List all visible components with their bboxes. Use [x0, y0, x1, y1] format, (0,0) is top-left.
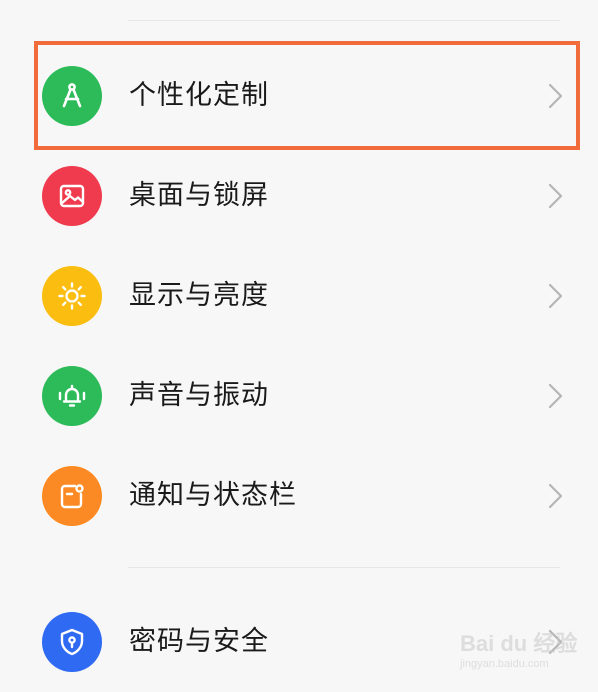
chevron-right-icon [548, 283, 563, 309]
settings-item-label: 桌面与锁屏 [129, 180, 269, 211]
settings-item-personalization[interactable]: 个性化定制 [0, 46, 598, 146]
shield-lock-icon [42, 612, 102, 672]
watermark-url: jingyan.baidu.com [460, 658, 549, 670]
baidu-watermark: Bai du 经验 jingyan.baidu.com [460, 620, 590, 680]
settings-item-notification-statusbar[interactable]: 通知与状态栏 [0, 446, 598, 546]
image-icon [42, 166, 102, 226]
chevron-right-icon [548, 483, 563, 509]
sun-icon [42, 266, 102, 326]
compass-icon [42, 66, 102, 126]
bell-vibrate-icon [42, 366, 102, 426]
settings-item-label: 个性化定制 [129, 80, 269, 111]
chevron-right-icon [548, 383, 563, 409]
settings-item-label: 密码与安全 [129, 626, 269, 657]
settings-item-wallpaper-lockscreen[interactable]: 桌面与锁屏 [0, 146, 598, 246]
settings-item-sound-vibration[interactable]: 声音与振动 [0, 346, 598, 446]
settings-screen: 个性化定制 桌面与锁屏 显示与亮度 声音与振动 通知与状态栏 密码与安全 Bai… [0, 0, 598, 689]
settings-item-label: 显示与亮度 [129, 280, 269, 311]
settings-item-label: 通知与状态栏 [129, 480, 297, 511]
settings-item-label: 声音与振动 [129, 380, 269, 411]
settings-item-display-brightness[interactable]: 显示与亮度 [0, 246, 598, 346]
chevron-right-icon [548, 83, 563, 109]
watermark-text: Bai du 经验 [460, 631, 578, 656]
notification-icon [42, 466, 102, 526]
chevron-right-icon [548, 183, 563, 209]
divider-section [128, 567, 560, 568]
divider-top [128, 20, 560, 21]
